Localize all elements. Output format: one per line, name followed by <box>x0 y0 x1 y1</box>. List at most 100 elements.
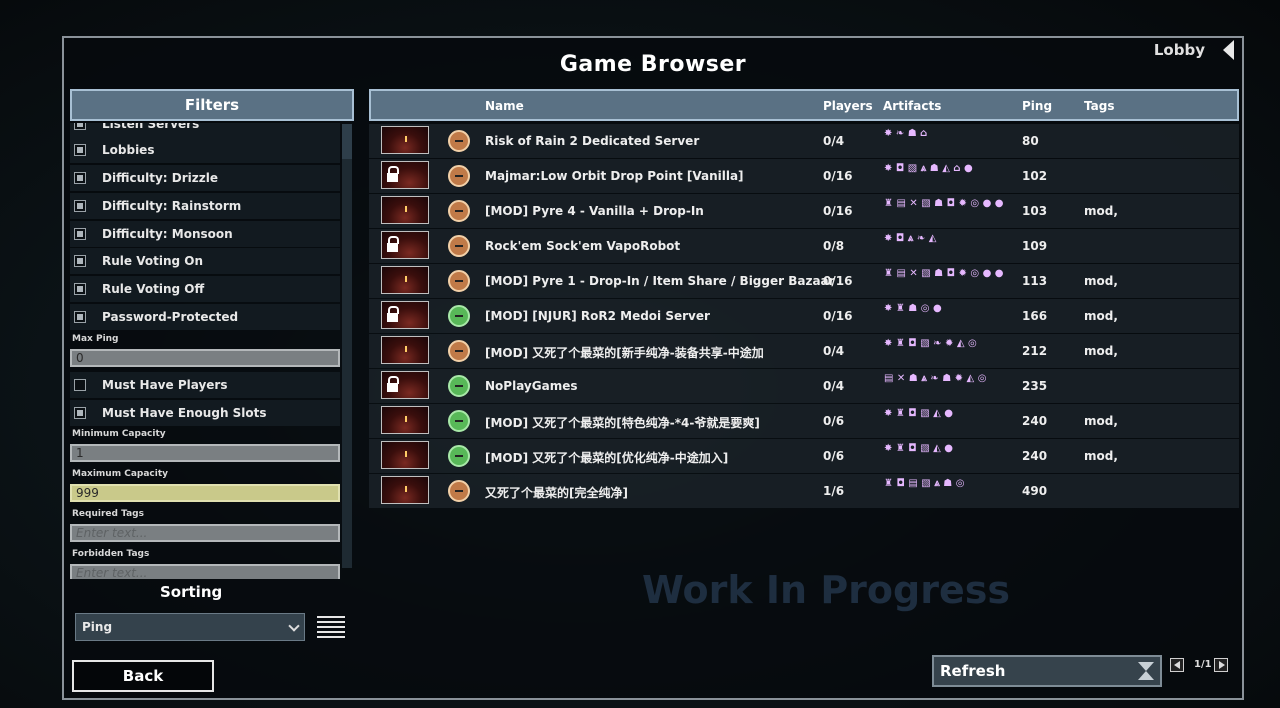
page-prev-button[interactable] <box>1170 658 1184 672</box>
column-artifacts[interactable]: Artifacts <box>883 99 941 113</box>
max-capacity-label: Maximum Capacity <box>72 469 168 479</box>
sorting-selected: Ping <box>82 620 113 634</box>
forbidden-tags-input[interactable]: Enter text... <box>70 564 340 579</box>
server-players: 1/6 <box>823 484 845 498</box>
refresh-button[interactable]: Refresh <box>932 655 1162 687</box>
host-avatar-icon <box>448 410 470 432</box>
column-tags[interactable]: Tags <box>1084 99 1114 113</box>
checkbox-icon[interactable] <box>74 407 86 419</box>
server-players: 0/4 <box>823 134 845 148</box>
server-row[interactable]: [MOD] 又死了个最菜的[特色纯净-*4-爷就是要爽] 0/6 ✸ ♜ ◘ ▧ ◭… <box>369 404 1239 438</box>
checkbox-icon[interactable] <box>74 144 86 156</box>
server-ping: 109 <box>1022 239 1048 253</box>
filters-scrollbar[interactable] <box>342 124 352 568</box>
server-row[interactable]: Majmar:Low Orbit Drop Point [Vanilla] 0/1… <box>369 159 1239 193</box>
checkbox-icon[interactable] <box>74 255 86 267</box>
filter-must-have-players[interactable]: Must Have Players <box>70 372 340 398</box>
forbidden-tags-label: Forbidden Tags <box>72 549 150 559</box>
map-thumbnail <box>381 441 429 469</box>
server-players: 0/6 <box>823 449 845 463</box>
server-list: Risk of Rain 2 Dedicated Server 0/4 ✸ ❧ ☗ … <box>369 124 1239 509</box>
host-avatar-icon <box>448 165 470 187</box>
server-row[interactable]: [MOD] [NJUR] RoR2 Medoi Server 0/16 ✸ ♜ ☗ … <box>369 299 1239 333</box>
filter-must-have-enough-slots[interactable]: Must Have Enough Slots <box>70 400 340 426</box>
server-row[interactable]: Risk of Rain 2 Dedicated Server 0/4 ✸ ❧ ☗ … <box>369 124 1239 158</box>
filter-difficulty-monsoon[interactable]: Difficulty: Monsoon <box>70 221 340 247</box>
server-artifacts: ✸ ♜ ◘ ▧ ◭ ● <box>884 408 954 419</box>
checkbox-icon[interactable] <box>74 172 86 184</box>
max-ping-label: Max Ping <box>72 334 119 344</box>
filters-panel: Listen Servers Lobbies Difficulty: Drizz… <box>70 123 354 579</box>
lobby-button[interactable]: Lobby <box>1154 40 1234 60</box>
column-ping[interactable]: Ping <box>1022 99 1052 113</box>
server-artifacts: ✸ ◘ ▧ ⩓ ☗ ◭ ⌂ ● <box>884 163 973 174</box>
max-capacity-input[interactable]: 999 <box>70 484 340 502</box>
lobby-label: Lobby <box>1153 41 1205 59</box>
host-avatar-icon <box>448 305 470 327</box>
lock-icon <box>381 301 429 329</box>
max-ping-input[interactable]: 0 <box>70 349 340 367</box>
server-row[interactable]: [MOD] Pyre 1 - Drop-In / Item Share / Bi… <box>369 264 1239 298</box>
server-name: [MOD] [NJUR] RoR2 Medoi Server <box>485 309 710 323</box>
lock-icon <box>381 231 429 259</box>
server-name: [MOD] 又死了个最菜的[优化纯净-中途加入] <box>485 451 729 465</box>
lock-icon <box>381 161 429 189</box>
server-name: Risk of Rain 2 Dedicated Server <box>485 134 700 148</box>
filter-lobbies[interactable]: Lobbies <box>70 137 340 163</box>
server-players: 0/16 <box>823 274 853 288</box>
map-thumbnail <box>381 476 429 504</box>
map-thumbnail <box>381 406 429 434</box>
filter-difficulty-rainstorm[interactable]: Difficulty: Rainstorm <box>70 193 340 219</box>
checkbox-icon[interactable] <box>74 228 86 240</box>
min-capacity-input[interactable]: 1 <box>70 444 340 462</box>
checkbox-icon[interactable] <box>74 379 86 391</box>
server-ping: 102 <box>1022 169 1048 183</box>
filter-password-protected[interactable]: Password-Protected <box>70 304 340 330</box>
filter-listen-servers[interactable]: Listen Servers <box>70 123 340 137</box>
required-tags-input[interactable]: Enter text... <box>70 524 340 542</box>
server-row[interactable]: 又死了个最菜的[完全纯净] 1/6 ♜ ◘ ▤ ▧ ⩓ ☗ ◎ 490 <box>369 474 1239 508</box>
filter-rule-voting-on[interactable]: Rule Voting On <box>70 248 340 274</box>
server-players: 0/4 <box>823 344 845 358</box>
filters-header: Filters <box>70 89 354 121</box>
server-artifacts: ✸ ♜ ☗ ◎ ● <box>884 303 942 314</box>
server-name: [MOD] Pyre 4 - Vanilla + Drop-In <box>485 204 704 218</box>
column-name[interactable]: Name <box>485 99 524 113</box>
map-thumbnail <box>381 266 429 294</box>
server-name: 又死了个最菜的[完全纯净] <box>485 486 628 500</box>
back-button[interactable]: Back <box>72 660 214 692</box>
server-artifacts: ✸ ◘ ⩓ ❧ ◭ <box>884 233 937 244</box>
server-tags: mod, <box>1084 449 1118 463</box>
server-row[interactable]: Rock'em Sock'em VapoRobot 0/8 ✸ ◘ ⩓ ❧ ◭ 109 <box>369 229 1239 263</box>
server-row[interactable]: [MOD] Pyre 4 - Vanilla + Drop-In 0/16 ♜ ▤ … <box>369 194 1239 228</box>
min-capacity-label: Minimum Capacity <box>72 429 166 439</box>
filter-rule-voting-off[interactable]: Rule Voting Off <box>70 276 340 302</box>
host-avatar-icon <box>448 375 470 397</box>
server-row[interactable]: [MOD] 又死了个最菜的[新手纯净-装备共享-中途加 0/4 ✸ ♜ ◘ ▧ ❧ … <box>369 334 1239 368</box>
host-avatar-icon <box>448 340 470 362</box>
server-artifacts: ♜ ▤ ✕ ▧ ☗ ◘ ✹ ◎ ● ● <box>884 268 1004 279</box>
server-row[interactable]: NoPlayGames 0/4 ▤ ✕ ☗ ⩓ ❧ ☗ ✹ ◭ ◎ 235 <box>369 369 1239 403</box>
server-name: [MOD] 又死了个最菜的[特色纯净-*4-爷就是要爽] <box>485 416 760 430</box>
checkbox-icon[interactable] <box>74 283 86 295</box>
server-players: 0/16 <box>823 309 853 323</box>
host-avatar-icon <box>448 270 470 292</box>
server-tags: mod, <box>1084 344 1118 358</box>
page-next-button[interactable] <box>1214 658 1228 672</box>
checkbox-icon[interactable] <box>74 200 86 212</box>
server-artifacts: ♜ ◘ ▤ ▧ ⩓ ☗ ◎ <box>884 478 965 489</box>
server-artifacts: ✸ ❧ ☗ ⌂ <box>884 128 928 139</box>
scrollbar-thumb[interactable] <box>342 124 352 159</box>
server-row[interactable]: [MOD] 又死了个最菜的[优化纯净-中途加入] 0/6 ✸ ♜ ◘ ▧ ◭ ● 24… <box>369 439 1239 473</box>
server-ping: 212 <box>1022 344 1048 358</box>
sort-order-icon[interactable] <box>317 616 345 640</box>
server-players: 0/4 <box>823 379 845 393</box>
column-players[interactable]: Players <box>823 99 873 113</box>
checkbox-icon[interactable] <box>74 311 86 323</box>
filter-difficulty-drizzle[interactable]: Difficulty: Drizzle <box>70 165 340 191</box>
checkbox-icon[interactable] <box>74 123 86 130</box>
sorting-dropdown[interactable]: Ping <box>75 613 305 641</box>
server-tags: mod, <box>1084 204 1118 218</box>
server-tags: mod, <box>1084 414 1118 428</box>
map-thumbnail <box>381 336 429 364</box>
